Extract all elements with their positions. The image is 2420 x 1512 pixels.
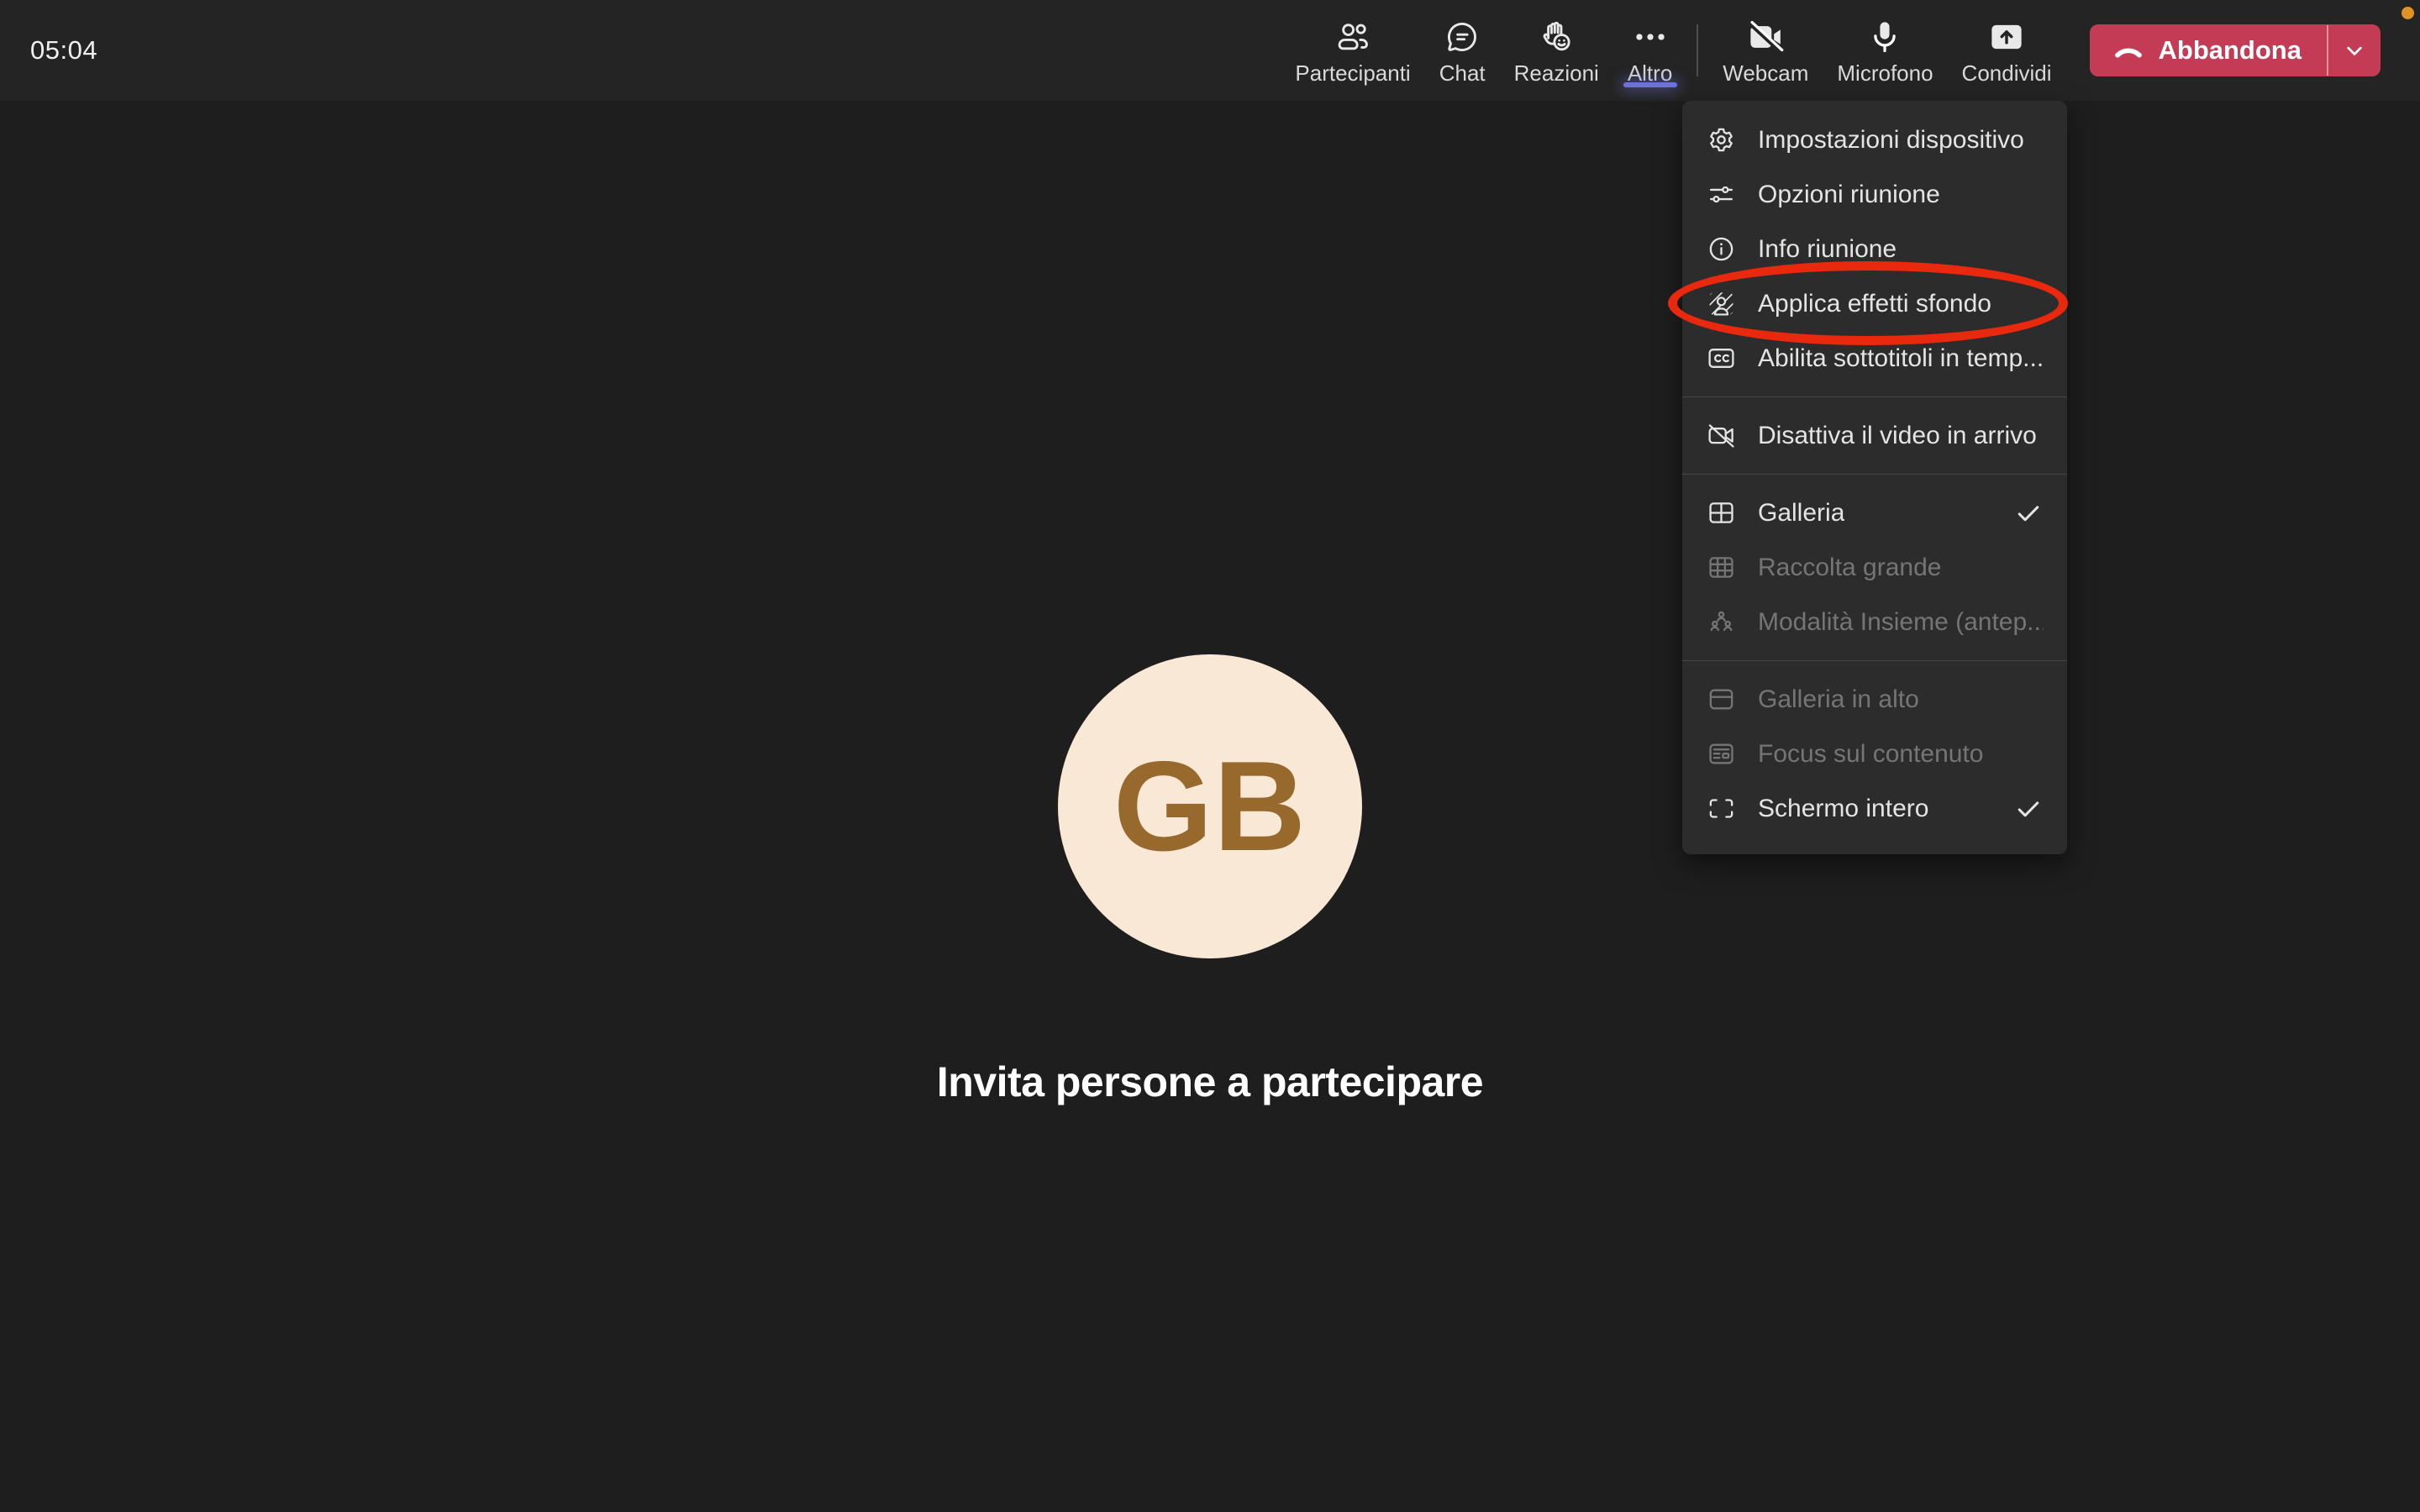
together-mode-icon (1706, 606, 1737, 638)
menu-item-gallery-at-top[interactable]: Galleria in alto (1682, 672, 2067, 727)
menu-item-label: Abilita sottotitoli in temp... (1758, 344, 2044, 373)
captions-icon (1706, 343, 1737, 374)
gallery-icon (1706, 497, 1737, 528)
menu-item-meeting-info[interactable]: Info riunione (1682, 222, 2067, 276)
reactions-label: Reazioni (1514, 60, 1599, 87)
webcam-off-icon (1746, 18, 1785, 56)
menu-item-device-settings[interactable]: Impostazioni dispositivo (1682, 113, 2067, 167)
menu-item-content-focus[interactable]: Focus sul contenuto (1682, 727, 2067, 781)
share-button[interactable]: Condividi (1948, 9, 2066, 92)
menu-separator (1682, 396, 2067, 397)
avatar-initials: GB (1113, 733, 1307, 880)
menu-item-fullscreen[interactable]: Schermo intero (1682, 781, 2067, 836)
background-effects-icon (1706, 288, 1737, 319)
recording-indicator-dot (2402, 7, 2414, 19)
incoming-video-off-icon (1706, 420, 1737, 451)
chevron-down-icon (2341, 37, 2368, 64)
menu-item-label: Info riunione (1758, 235, 1897, 264)
avatar: GB (1058, 654, 1362, 958)
menu-item-label: Disattiva il video in arrivo (1758, 422, 2037, 450)
leave-options-button[interactable] (2328, 24, 2381, 76)
sliders-icon (1706, 179, 1737, 210)
menu-item-label: Impostazioni dispositivo (1758, 126, 2024, 155)
reactions-icon (1537, 18, 1576, 56)
webcam-button[interactable]: Webcam (1708, 9, 1823, 92)
toolbar-divider (1697, 24, 1698, 76)
menu-item-live-captions[interactable]: Abilita sottotitoli in temp... (1682, 331, 2067, 386)
menu-item-label: Opzioni riunione (1758, 181, 1940, 209)
menu-item-label: Applica effetti sfondo (1758, 290, 1991, 318)
menu-item-gallery[interactable]: Galleria (1682, 486, 2067, 540)
gallery-top-icon (1706, 684, 1737, 715)
leave-button[interactable]: Abbandona (2090, 24, 2328, 76)
menu-separator (1682, 660, 2067, 661)
reactions-button[interactable]: Reazioni (1500, 9, 1613, 92)
participants-button[interactable]: Partecipanti (1281, 9, 1424, 92)
fullscreen-icon (1706, 793, 1737, 824)
chat-button[interactable]: Chat (1425, 9, 1500, 92)
menu-item-background-effects[interactable]: Applica effetti sfondo (1682, 276, 2067, 331)
participants-label: Partecipanti (1295, 60, 1410, 87)
chat-label: Chat (1439, 60, 1486, 87)
check-icon (2013, 498, 2044, 528)
more-icon (1631, 18, 1670, 56)
menu-separator (1682, 474, 2067, 475)
share-icon (1987, 18, 2026, 56)
meeting-timer: 05:04 (30, 35, 97, 66)
menu-item-label: Focus sul contenuto (1758, 740, 1984, 769)
check-icon (2013, 794, 2044, 824)
more-button[interactable]: Altro (1613, 9, 1686, 92)
more-menu: Impostazioni dispositivo Opzioni riunion… (1682, 101, 2067, 854)
menu-item-label: Galleria in alto (1758, 685, 1919, 714)
leave-split-button: Abbandona (2090, 24, 2381, 76)
people-icon (1334, 18, 1372, 56)
menu-item-label: Galleria (1758, 499, 1844, 528)
chat-icon (1443, 18, 1481, 56)
menu-item-label: Schermo intero (1758, 795, 1928, 823)
invite-text: Invita persone a partecipare (937, 1058, 1483, 1106)
menu-item-together-mode[interactable]: Modalità Insieme (antep... (1682, 595, 2067, 649)
meeting-top-bar: 05:04 Partecipanti Chat (0, 0, 2420, 101)
leave-label: Abbandona (2159, 35, 2302, 66)
menu-item-label: Modalità Insieme (antep... (1758, 608, 2044, 637)
menu-item-large-gallery[interactable]: Raccolta grande (1682, 540, 2067, 595)
menu-item-turn-off-incoming-video[interactable]: Disattiva il video in arrivo (1682, 408, 2067, 463)
menu-item-meeting-options[interactable]: Opzioni riunione (1682, 167, 2067, 222)
webcam-label: Webcam (1723, 60, 1808, 87)
microphone-label: Microfono (1837, 60, 1933, 87)
large-gallery-icon (1706, 552, 1737, 583)
hangup-icon (2112, 34, 2145, 67)
active-tab-indicator (1623, 82, 1677, 87)
microphone-button[interactable]: Microfono (1823, 9, 1947, 92)
gear-icon (1706, 124, 1737, 155)
share-label: Condividi (1962, 60, 2052, 87)
menu-item-label: Raccolta grande (1758, 554, 1941, 582)
content-focus-icon (1706, 738, 1737, 769)
info-icon (1706, 234, 1737, 265)
microphone-icon (1865, 18, 1904, 56)
